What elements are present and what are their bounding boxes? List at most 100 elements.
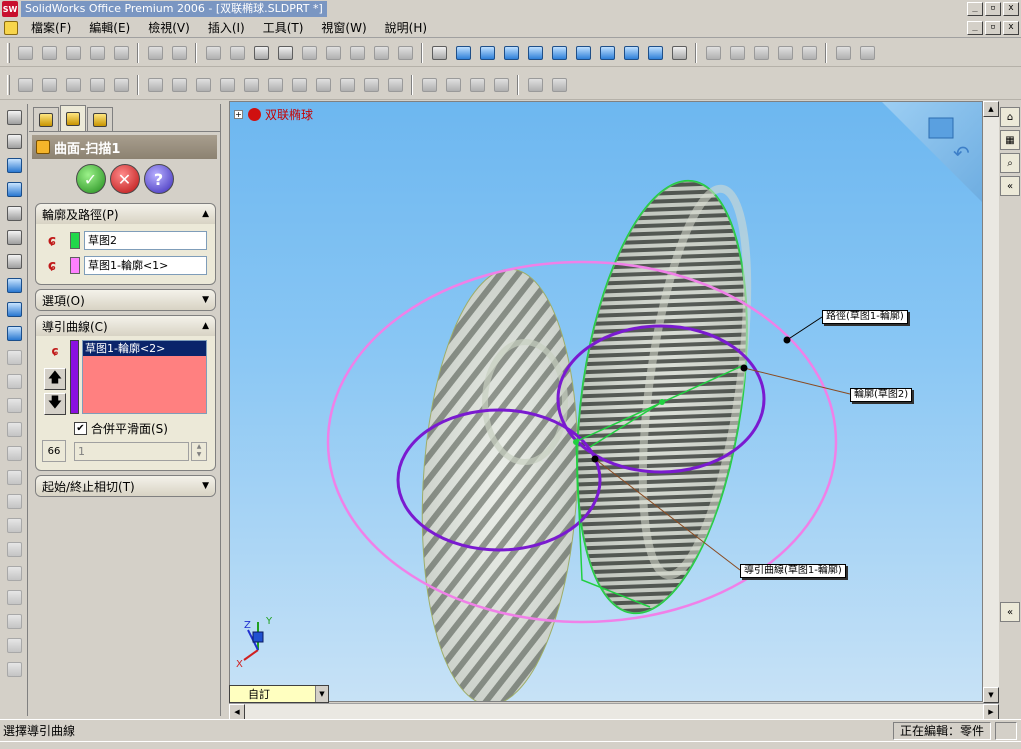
tool-23-button[interactable] [3,634,25,656]
tool-19-button[interactable] [3,538,25,560]
surface-tool-14[interactable] [466,74,488,96]
task-pane-library-button[interactable]: ▦ [1000,130,1020,150]
task-pane-collapse-button[interactable]: « [1000,602,1020,622]
hidden-lines-visible-button[interactable] [3,226,25,248]
view-right-button[interactable] [548,42,570,64]
tangency-header[interactable]: 起始/終止相切(T) ▼ [36,476,215,496]
profile-point[interactable] [659,399,665,405]
undo-button[interactable] [144,42,166,64]
tool-13-button[interactable] [3,394,25,416]
appearance-button[interactable] [346,42,368,64]
toolbar-grip[interactable] [7,74,10,95]
chevron-down-icon[interactable]: ▼ [315,686,328,702]
vertical-scrollbar[interactable]: ▲ ▼ [983,101,999,703]
line-button[interactable] [726,42,748,64]
undo-view-icon[interactable]: ↶ [953,141,970,165]
tool-14-button[interactable] [3,418,25,440]
display-button[interactable] [394,42,416,64]
hidden-lines-removed-button[interactable] [3,250,25,272]
save-button[interactable] [62,42,84,64]
menu-file[interactable]: 檔案(F) [22,19,80,36]
sparkle-button[interactable] [774,42,796,64]
guide-curves-list[interactable]: 草图1-輪廓<2> [82,340,207,414]
grid-button[interactable] [298,42,320,64]
menu-view[interactable]: 檢視(V) [139,19,199,36]
surface-tool-3[interactable] [192,74,214,96]
rebuild-button[interactable] [110,42,132,64]
collapse-up-icon[interactable]: ▲ [202,321,209,331]
scroll-right-button[interactable]: ▶ [983,704,999,720]
scroll-down-button[interactable]: ▼ [983,687,999,703]
curve-button[interactable] [856,42,878,64]
scroll-left-button[interactable]: ◀ [229,704,245,720]
view-left-button[interactable] [524,42,546,64]
doc-close-button[interactable]: x [1003,20,1019,35]
tool-18-button[interactable] [3,514,25,536]
section-spin-field[interactable]: 1 [74,441,189,461]
doc-restore-button[interactable]: ▫ [985,20,1001,35]
pan-button[interactable] [3,178,25,200]
open-button[interactable] [38,42,60,64]
list-item[interactable]: 草图1-輪廓<2> [83,341,206,356]
surface-tool-11[interactable] [384,74,406,96]
task-pane-search-button[interactable]: ⌕ [1000,153,1020,173]
toolbar-grip[interactable] [7,42,10,63]
graphics-viewport[interactable]: + 双联椭球 ↶ X Y Z 路徑(草图1-輪廓) 輪廓(草图2) 導引曲線(草… [229,101,983,702]
plane-button[interactable] [798,42,820,64]
surface-tool-2[interactable] [168,74,190,96]
expand-down-icon[interactable]: ▼ [202,481,209,491]
zoom-fit-button[interactable] [3,106,25,128]
surface-tool-7[interactable] [288,74,310,96]
paste-button[interactable] [226,42,248,64]
surface-tool-9[interactable] [336,74,358,96]
rotate-view-button[interactable] [3,154,25,176]
surface-tool-6[interactable] [264,74,286,96]
profile-point[interactable] [573,439,579,445]
tool-21-button[interactable] [3,586,25,608]
menu-insert[interactable]: 插入(I) [199,19,254,36]
tab-property-manager[interactable] [60,105,86,131]
surface-tool-10[interactable] [360,74,382,96]
status-indicator[interactable] [995,721,1017,740]
move-up-button[interactable]: 🡅 [44,368,66,390]
surface-tool-8[interactable] [312,74,334,96]
surface-tool-17[interactable] [548,74,570,96]
tool-12-button[interactable] [3,370,25,392]
print-button[interactable] [86,42,108,64]
tab-configuration-manager[interactable] [87,107,113,131]
expand-down-icon[interactable]: ▼ [202,295,209,305]
view-orientation-icon[interactable] [928,117,954,139]
surface-tool-12[interactable] [418,74,440,96]
surface-tool-16[interactable] [524,74,546,96]
tool-17-button[interactable] [3,490,25,512]
normal-to-button[interactable] [668,42,690,64]
tool-15-button[interactable] [3,442,25,464]
app-minimize-button[interactable]: _ [967,2,983,16]
feature-dropdown-2[interactable] [38,74,60,96]
section-view-button[interactable] [3,346,25,368]
feature-dropdown-5[interactable] [110,74,132,96]
merge-smooth-checkbox[interactable]: ✔ [74,421,87,435]
document-icon[interactable] [4,20,18,35]
collapse-up-icon[interactable]: ▲ [202,209,209,219]
wireframe-button[interactable] [3,202,25,224]
new-doc-button[interactable] [14,42,36,64]
profile-field[interactable]: 草图2 [84,231,207,250]
surface-tool-5[interactable] [240,74,262,96]
section-spinner[interactable]: ▲ ▼ [191,441,207,461]
view-bottom-button[interactable] [596,42,618,64]
tool-20-button[interactable] [3,562,25,584]
sketch-button[interactable] [428,42,450,64]
copy-button[interactable] [202,42,224,64]
menu-window[interactable]: 視窗(W) [312,19,375,36]
cancel-button[interactable]: ✕ [109,164,140,194]
redo-button[interactable] [168,42,190,64]
measure-button[interactable] [702,42,724,64]
menu-tools[interactable]: 工具(T) [254,19,313,36]
tab-feature-manager[interactable] [33,107,59,131]
options-button[interactable] [322,42,344,64]
path-callout[interactable]: 路徑(草图1-輪廓) [822,310,908,324]
guide-callout[interactable]: 導引曲線(草图1-輪廓) [740,564,846,578]
menu-edit[interactable]: 編輯(E) [80,19,139,36]
feature-dropdown-1[interactable] [14,74,36,96]
